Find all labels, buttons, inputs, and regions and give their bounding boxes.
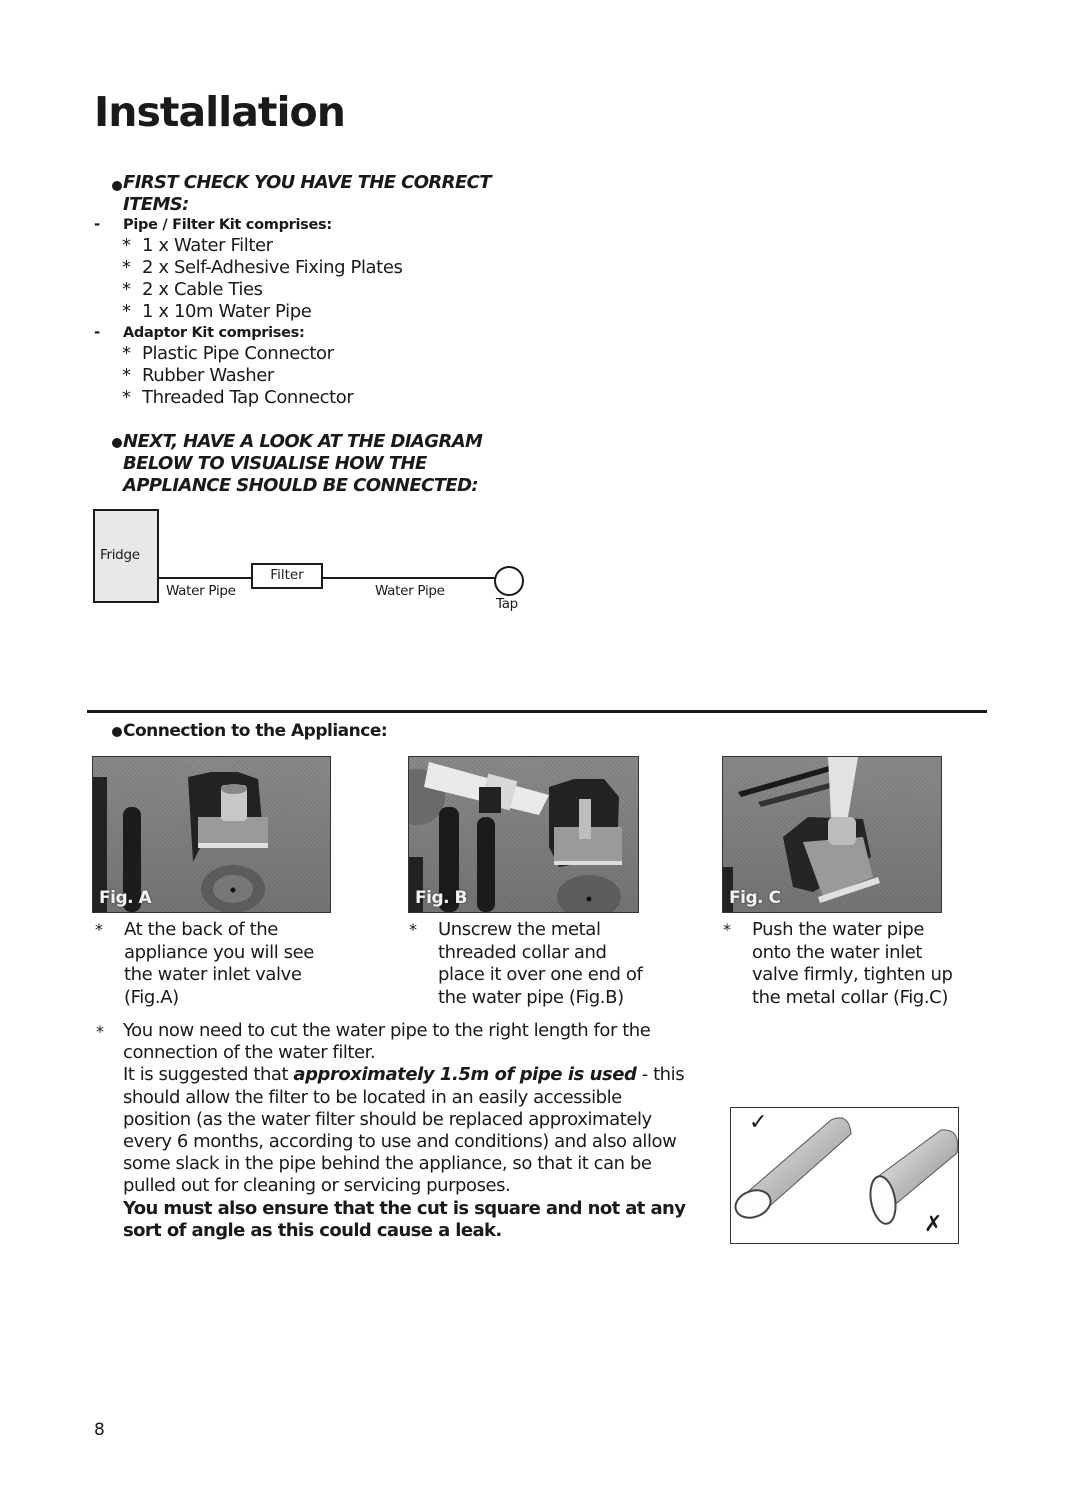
bullet-icon <box>112 727 122 737</box>
tap-label: Tap <box>496 596 518 612</box>
connection-heading: Connection to the Appliance: <box>123 721 388 741</box>
page-title: Installation <box>94 88 346 136</box>
page-number: 8 <box>94 1420 105 1440</box>
filter-label: Filter <box>270 567 304 583</box>
section-divider <box>87 710 987 713</box>
pipe-cut-illustration: ✓ ✗ <box>730 1107 959 1244</box>
items-heading: FIRST CHECK YOU HAVE THE CORRECT ITEMS: <box>123 172 492 215</box>
figure-c-label: Fig. C <box>729 888 781 908</box>
figure-b-label: Fig. B <box>415 888 467 908</box>
step-b-text: * Unscrew the metal threaded collar and … <box>409 919 643 1008</box>
figure-b-photo: Fig. B <box>408 756 639 913</box>
list-item: * 1 x Water Filter <box>122 235 273 256</box>
figure-c-photo: Fig. C <box>722 756 942 913</box>
list-item: * 2 x Self-Adhesive Fixing Plates <box>122 257 403 278</box>
list-item: * Threaded Tap Connector <box>122 387 354 408</box>
list-item: * Rubber Washer <box>122 365 274 386</box>
tap-icon <box>494 566 524 596</box>
warning-text: You must also ensure that the cut is squ… <box>123 1197 686 1219</box>
dash-marker: - <box>94 215 101 233</box>
figure-a-label: Fig. A <box>99 888 152 908</box>
pipe-length-emphasis: approximately 1.5m of pipe is used <box>293 1064 637 1086</box>
filter-box: Filter <box>251 563 323 589</box>
check-icon: ✓ <box>749 1110 768 1135</box>
adaptor-kit-label: Adaptor Kit comprises: <box>123 325 305 341</box>
diagram-heading: NEXT, HAVE A LOOK AT THE DIAGRAM BELOW T… <box>123 431 483 496</box>
cutting-instructions: You now need to cut the water pipe to th… <box>123 1020 743 1242</box>
pipe-filter-kit-label: Pipe / Filter Kit comprises: <box>123 217 332 233</box>
list-item: * 2 x Cable Ties <box>122 279 263 300</box>
figure-a-photo: Fig. A <box>92 756 331 913</box>
list-item: * 1 x 10m Water Pipe <box>122 301 312 322</box>
bullet-icon <box>112 438 122 448</box>
warning-text: sort of angle as this could cause a leak… <box>123 1219 502 1241</box>
list-item: * Plastic Pipe Connector <box>122 343 334 364</box>
bullet-icon <box>112 181 122 191</box>
paragraph-bullet: * <box>96 1022 104 1041</box>
water-pipe-label: Water Pipe <box>375 583 445 599</box>
cross-icon: ✗ <box>924 1212 943 1237</box>
dash-marker: - <box>94 323 101 341</box>
fridge-label: Fridge <box>100 547 140 563</box>
water-pipe-label: Water Pipe <box>166 583 236 599</box>
step-a-text: * At the back of the appliance you will … <box>95 919 314 1008</box>
water-pipe-line <box>321 577 496 579</box>
step-c-text: * Push the water pipe onto the water inl… <box>723 919 953 1008</box>
angled-cut-pipe <box>869 1129 958 1225</box>
water-pipe-line <box>157 577 252 579</box>
